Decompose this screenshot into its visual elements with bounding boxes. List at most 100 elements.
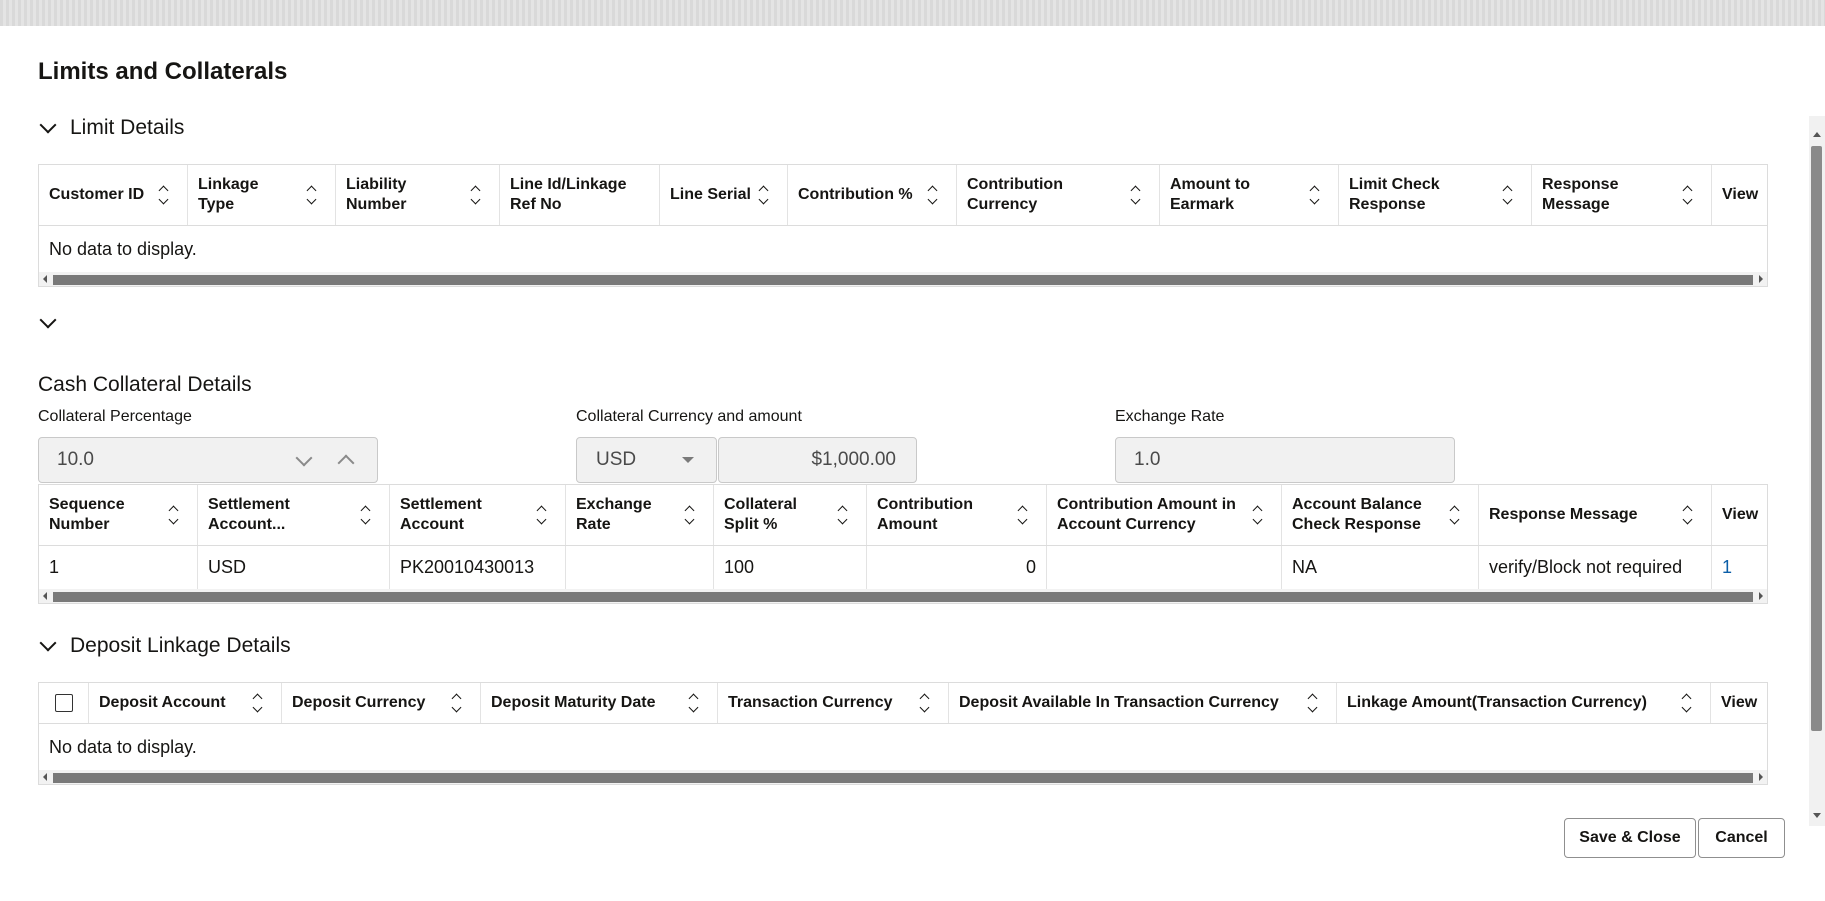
scroll-down-icon[interactable] (1813, 813, 1821, 818)
exchange-rate-input[interactable]: 1.0 (1115, 437, 1455, 483)
chevron-down-icon (39, 634, 57, 652)
cancel-button[interactable]: Cancel (1698, 818, 1785, 858)
column-header[interactable]: Linkage Type (188, 165, 336, 225)
column-header[interactable]: Contribution Amount (867, 485, 1047, 545)
sort-icon[interactable] (1680, 693, 1692, 713)
sort-icon[interactable] (1306, 693, 1318, 713)
column-header[interactable]: Settlement Account (390, 485, 566, 545)
limit-details-toggle[interactable]: Limit Details (38, 116, 184, 140)
settlement-account-currency-cell: USD (198, 546, 390, 589)
column-header[interactable]: Deposit Available In Transaction Currenc… (949, 683, 1337, 723)
column-header[interactable]: Amount to Earmark (1160, 165, 1339, 225)
scroll-left-icon[interactable] (43, 592, 47, 600)
column-header[interactable]: Customer ID (39, 165, 188, 225)
column-header[interactable]: Contribution Currency (957, 165, 1160, 225)
column-header[interactable]: View (1711, 683, 1767, 723)
sort-icon[interactable] (1448, 505, 1460, 525)
response-message-cell: verify/Block not required (1479, 546, 1712, 589)
sort-icon[interactable] (359, 505, 371, 525)
view-link[interactable]: 1 (1712, 546, 1767, 589)
column-header[interactable]: Settlement Account... (198, 485, 390, 545)
sort-icon[interactable] (1016, 505, 1028, 525)
sort-icon[interactable] (469, 185, 481, 205)
column-header[interactable]: Liability Number (336, 165, 500, 225)
scroll-right-icon[interactable] (1759, 773, 1763, 781)
column-header[interactable]: View (1712, 485, 1767, 545)
balance-check-response-cell: NA (1282, 546, 1479, 589)
sort-icon[interactable] (251, 693, 263, 713)
select-all-column (39, 683, 89, 723)
sort-icon[interactable] (926, 185, 938, 205)
scroll-left-icon[interactable] (43, 773, 47, 781)
deposit-linkage-toggle[interactable]: Deposit Linkage Details (38, 634, 291, 658)
table-header-row: Customer ID Linkage Type Liability Numbe… (39, 165, 1767, 226)
horizontal-scrollbar[interactable] (39, 770, 1767, 784)
collateral-section-toggle[interactable] (38, 311, 58, 332)
decrement-icon[interactable] (295, 449, 313, 467)
collateral-amount-input[interactable]: $1,000.00 (718, 437, 917, 483)
table-header-row: Deposit Account Deposit Currency Deposit… (39, 683, 1767, 724)
scroll-left-icon[interactable] (43, 275, 47, 283)
cash-collateral-table: Sequence Number Settlement Account... Se… (38, 484, 1768, 604)
exchange-rate-label: Exchange Rate (1115, 408, 1225, 425)
save-close-button[interactable]: Save & Close (1564, 818, 1696, 858)
column-header[interactable]: Line Serial (660, 165, 788, 225)
sort-icon[interactable] (1251, 505, 1263, 525)
table-header-row: Sequence Number Settlement Account... Se… (39, 485, 1767, 546)
column-header[interactable]: View (1712, 165, 1767, 225)
sort-icon[interactable] (1681, 185, 1693, 205)
limit-details-title: Limit Details (70, 116, 185, 139)
column-header[interactable]: Contribution % (788, 165, 957, 225)
horizontal-scrollbar[interactable] (39, 272, 1767, 286)
column-header[interactable]: Response Message (1479, 485, 1712, 545)
sort-icon[interactable] (167, 505, 179, 525)
collateral-currency-select[interactable]: USD (576, 437, 717, 483)
select-all-checkbox[interactable] (54, 694, 73, 712)
collateral-percentage-input[interactable]: 10.0 (38, 437, 378, 483)
scroll-right-icon[interactable] (1759, 592, 1763, 600)
sort-icon[interactable] (683, 505, 695, 525)
sort-icon[interactable] (687, 693, 699, 713)
sort-icon[interactable] (1129, 185, 1141, 205)
contribution-amount-account-ccy-cell (1047, 546, 1282, 589)
sequence-number-cell: 1 (39, 546, 198, 589)
empty-table-message: No data to display. (49, 737, 197, 757)
sort-icon[interactable] (757, 185, 769, 205)
column-header[interactable]: Deposit Account (89, 683, 282, 723)
column-header[interactable]: Limit Check Response (1339, 165, 1532, 225)
collateral-currency-amount-label: Collateral Currency and amount (576, 408, 802, 425)
settlement-account-cell: PK20010430013 (390, 546, 566, 589)
horizontal-scrollbar[interactable] (39, 589, 1767, 603)
column-header[interactable]: Contribution Amount in Account Currency (1047, 485, 1282, 545)
vertical-scrollbar-thumb[interactable] (1811, 146, 1822, 731)
column-header[interactable]: Line Id/Linkage Ref No (500, 165, 660, 225)
column-header[interactable]: Exchange Rate (566, 485, 714, 545)
column-header[interactable]: Response Message (1532, 165, 1712, 225)
sort-icon[interactable] (836, 505, 848, 525)
column-header[interactable]: Linkage Amount(Transaction Currency) (1337, 683, 1711, 723)
sort-icon[interactable] (918, 693, 930, 713)
sort-icon[interactable] (1501, 185, 1513, 205)
column-header[interactable]: Account Balance Check Response (1282, 485, 1479, 545)
deposit-linkage-table: Deposit Account Deposit Currency Deposit… (38, 682, 1768, 785)
column-header[interactable]: Transaction Currency (718, 683, 949, 723)
scroll-right-icon[interactable] (1759, 275, 1763, 283)
limit-details-table: Customer ID Linkage Type Liability Numbe… (38, 164, 1768, 287)
column-header[interactable]: Deposit Currency (282, 683, 481, 723)
limits-collaterals-dialog: Limits and Collaterals Limit Details Cus… (0, 26, 1825, 901)
sort-icon[interactable] (157, 185, 169, 205)
contribution-amount-cell: 0 (867, 546, 1047, 589)
scroll-up-icon[interactable] (1813, 132, 1821, 137)
sort-icon[interactable] (1681, 505, 1693, 525)
deposit-linkage-title: Deposit Linkage Details (70, 634, 291, 657)
table-row[interactable]: 1 USD PK20010430013 100 0 NA verify/Bloc… (39, 546, 1767, 589)
sort-icon[interactable] (450, 693, 462, 713)
sort-icon[interactable] (305, 185, 317, 205)
column-header[interactable]: Sequence Number (39, 485, 198, 545)
increment-icon[interactable] (337, 454, 355, 472)
sort-icon[interactable] (535, 505, 547, 525)
column-header[interactable]: Collateral Split % (714, 485, 867, 545)
column-header[interactable]: Deposit Maturity Date (481, 683, 718, 723)
chevron-down-icon (39, 116, 57, 134)
sort-icon[interactable] (1308, 185, 1320, 205)
